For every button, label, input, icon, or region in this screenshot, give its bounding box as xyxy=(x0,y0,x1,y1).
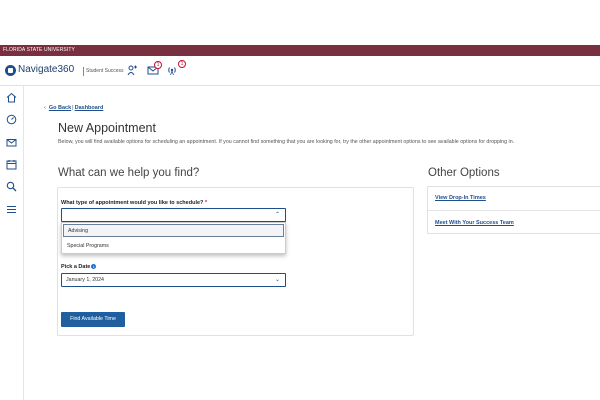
page-description: Below, you will find available options f… xyxy=(58,139,515,145)
calendar-icon[interactable] xyxy=(5,159,18,172)
list-icon[interactable] xyxy=(5,204,18,217)
chevron-left-icon[interactable]: ‹ xyxy=(44,105,46,111)
broadcast-icon[interactable] xyxy=(166,65,178,76)
date-value: January 1, 2024 xyxy=(66,277,104,283)
other-options-card: View Drop-In Times Meet With Your Succes… xyxy=(427,186,600,234)
find-available-time-button[interactable]: Find Available Time xyxy=(61,312,125,327)
view-drop-in-times-link[interactable]: View Drop-In Times xyxy=(435,195,486,201)
search-icon[interactable] xyxy=(5,181,18,194)
meet-success-team-link[interactable]: Meet With Your Success Team xyxy=(435,220,514,226)
university-bar: FLORIDA STATE UNIVERSITY xyxy=(0,45,600,56)
mail-badge: 1 xyxy=(154,61,162,69)
breadcrumb: ‹ Go Back|Dashboard xyxy=(44,105,103,111)
info-icon[interactable]: i xyxy=(91,264,97,270)
appointment-type-dropdown: Advising Special Programs xyxy=(61,222,286,254)
people-icon[interactable] xyxy=(127,65,139,76)
main-heading: What can we help you find? xyxy=(58,167,200,179)
chevron-up-icon: ⌃ xyxy=(274,212,280,218)
navigate-logo-icon[interactable] xyxy=(5,65,16,76)
appointment-type-select[interactable]: ⌃ xyxy=(61,208,286,222)
divider xyxy=(428,210,600,211)
app-header: Navigate360 Student Success 1 1 xyxy=(0,56,600,86)
brand-name[interactable]: Navigate360 xyxy=(18,64,74,75)
go-back-link[interactable]: Go Back xyxy=(49,105,71,111)
dashboard-icon[interactable] xyxy=(5,114,18,127)
pick-date-label-text: Pick a Date xyxy=(61,264,91,270)
sidebar xyxy=(0,86,24,400)
page-title: New Appointment xyxy=(58,121,156,135)
broadcast-badge: 1 xyxy=(178,60,186,68)
breadcrumb-separator: | xyxy=(72,105,74,111)
other-options-heading: Other Options xyxy=(428,167,500,179)
brand-subtitle: Student Success xyxy=(83,67,124,76)
home-icon[interactable] xyxy=(5,92,18,105)
date-select[interactable]: January 1, 2024 ⌄ xyxy=(61,273,286,287)
required-mark: * xyxy=(204,200,208,206)
pick-date-label: Pick a Date i xyxy=(61,264,97,270)
mail-icon[interactable] xyxy=(5,137,18,150)
option-advising[interactable]: Advising xyxy=(63,224,284,237)
option-special-programs[interactable]: Special Programs xyxy=(63,240,284,253)
appointment-type-label: What type of appointment would you like … xyxy=(61,200,207,206)
chevron-down-icon: ⌄ xyxy=(274,277,280,283)
appointment-type-label-text: What type of appointment would you like … xyxy=(61,200,204,206)
dashboard-link[interactable]: Dashboard xyxy=(75,105,104,111)
